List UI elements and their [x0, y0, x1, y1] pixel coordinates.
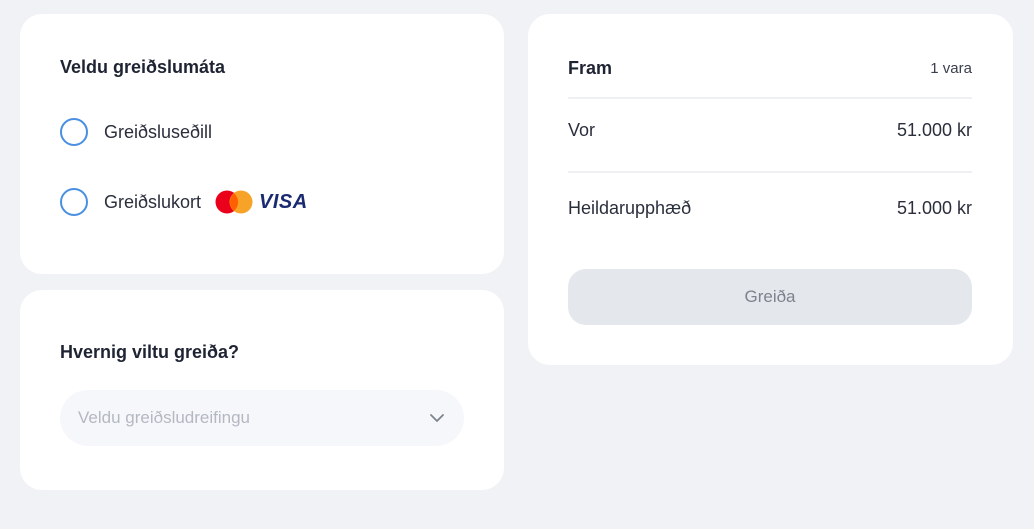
mastercard-icon [215, 190, 253, 214]
line-item-price: 51.000 kr [896, 120, 972, 140]
visa-icon: VISA [259, 190, 308, 213]
item-count: 1 vara [930, 60, 972, 77]
payment-method-title: Veldu greiðslumáta [60, 57, 226, 77]
order-summary-card: Fram 1 vara Vor 51.000 kr Heildarupphæð … [528, 14, 1013, 365]
total-label: Heildarupphæð [568, 198, 692, 218]
card-label: Greiðslukort [104, 191, 202, 212]
invoice-radio[interactable] [60, 118, 88, 146]
invoice-label: Greiðsluseðill [104, 121, 213, 142]
card-brands: VISA [215, 190, 308, 214]
pay-button[interactable]: Greiða [568, 269, 972, 325]
installments-placeholder: Veldu greiðsludreifingu [78, 408, 251, 427]
installments-card: Hvernig viltu greiða? Veldu greiðsludrei… [20, 290, 504, 490]
installments-select[interactable]: Veldu greiðsludreifingu [60, 390, 464, 446]
card-radio[interactable] [60, 188, 88, 216]
installments-title: Hvernig viltu greiða? [60, 342, 240, 362]
divider [568, 97, 972, 99]
option-card[interactable]: Greiðslukort VISA [60, 188, 308, 216]
option-invoice[interactable]: Greiðsluseðill [60, 118, 212, 146]
chevron-down-icon [430, 414, 444, 422]
payment-method-card: Veldu greiðslumáta Greiðsluseðill Greiðs… [20, 14, 504, 274]
total-amount: 51.000 kr [896, 198, 972, 218]
total-row: Heildarupphæð 51.000 kr [568, 198, 972, 219]
divider [568, 171, 972, 173]
summary-header: Fram 1 vara [568, 58, 972, 79]
line-item-name: Vor [568, 120, 596, 140]
line-item: Vor 51.000 kr [568, 120, 972, 141]
summary-title: Fram [568, 58, 613, 78]
